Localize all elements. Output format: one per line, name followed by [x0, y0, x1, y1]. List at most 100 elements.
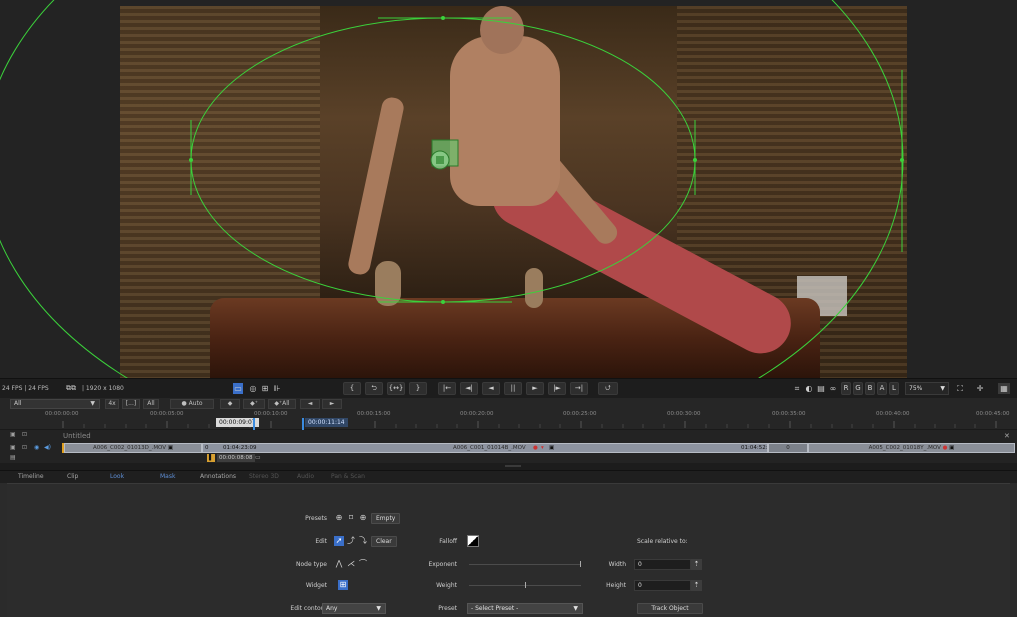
kf-add-button[interactable]: ◆ [220, 399, 240, 409]
visibility-icon[interactable]: ◉ [34, 444, 39, 451]
layout-icon[interactable]: ▦ [998, 383, 1010, 394]
mask-node-bottom[interactable] [441, 300, 445, 304]
kf-next-button[interactable]: ► [322, 399, 342, 409]
mask-node-outer-right[interactable] [900, 158, 904, 162]
viewer[interactable] [0, 0, 1017, 378]
channel-r-button[interactable]: R [841, 382, 851, 395]
height-spin-icon[interactable]: ⇡ [691, 580, 702, 591]
edit-contour-label: Edit contour [290, 605, 327, 612]
edit-contour-select[interactable]: Any ▼ [322, 603, 386, 614]
tab-audio[interactable]: Audio [297, 473, 314, 480]
tab-pan-scan[interactable]: Pan & Scan [331, 473, 365, 480]
fit-icon[interactable]: ⛶ [955, 383, 965, 394]
tab-stereo-3d[interactable]: Stereo 3D [249, 473, 279, 480]
mark-out-button[interactable]: } [409, 382, 427, 395]
crop-icon[interactable]: ⌗ [792, 383, 802, 394]
track-expand-icon[interactable]: ▤ [10, 454, 16, 461]
mark-in-button[interactable]: { [343, 382, 361, 395]
close-icon[interactable]: ✕ [1004, 432, 1010, 440]
track-filter-select[interactable]: All ▼ [10, 399, 100, 409]
mask-transform-widget-icon[interactable] [430, 139, 459, 170]
go-start-button[interactable]: |← [438, 382, 456, 395]
step-forward-button[interactable]: |► [548, 382, 566, 395]
node-smooth-icon[interactable]: ⋌ [346, 559, 356, 569]
lock-icon[interactable]: ⊡ [22, 444, 27, 451]
node-corner-icon[interactable]: ⋀ [334, 559, 344, 569]
waveform-icon[interactable]: ⊪ [271, 383, 283, 394]
tab-timeline[interactable]: Timeline [18, 473, 44, 480]
node-bezier-icon[interactable]: ⌒ [358, 559, 368, 569]
stereo-icon[interactable]: ∞ [828, 383, 838, 394]
kf-prev-button[interactable]: ◄ [300, 399, 320, 409]
mask-overlay[interactable] [0, 0, 1017, 378]
falloff-curve-icon[interactable] [467, 535, 479, 547]
view-mode-icon[interactable]: ▭ [233, 383, 243, 394]
kf-all-button[interactable]: All [143, 399, 159, 409]
clip-length-timecode: 00:00:08:08 [217, 454, 255, 462]
kf-add-all-button[interactable]: ◆⁺All [268, 399, 296, 409]
mask-node-right[interactable] [693, 158, 697, 162]
audio-icon[interactable]: ◀) [44, 444, 51, 451]
preset-circle-icon[interactable]: ⊕ [334, 513, 344, 523]
kf-range-button[interactable]: [...] [122, 399, 140, 409]
channel-a-button[interactable]: A [877, 382, 887, 395]
channel-l-button[interactable]: L [889, 382, 899, 395]
add-node-tool-icon[interactable]: ⤴ [346, 536, 356, 546]
tab-mask[interactable]: Mask [160, 473, 175, 480]
width-spin-icon[interactable]: ⇡ [691, 559, 702, 570]
weight-slider-handle[interactable] [525, 582, 526, 588]
height-field[interactable]: 0 [634, 580, 691, 591]
tab-clip[interactable]: Clip [67, 473, 78, 480]
timeline-clip[interactable]: A005_C002_01018Y_.MOV ● ▣ [808, 443, 1015, 453]
kf-multiplier-button[interactable]: 4x [105, 399, 119, 409]
playhead-marker[interactable] [253, 418, 255, 430]
step-back-button[interactable]: ◄| [460, 382, 478, 395]
mark-inout-button[interactable]: {↔} [387, 382, 405, 395]
channel-g-button[interactable]: G [853, 382, 863, 395]
mask-node-left[interactable] [189, 158, 193, 162]
mask-outer-ellipse[interactable] [0, 0, 904, 378]
film-icon[interactable]: ▣ [10, 444, 16, 451]
splitter-grip[interactable] [505, 465, 521, 467]
out-point-marker[interactable] [302, 418, 304, 430]
lock-icon[interactable]: ⊡ [22, 431, 27, 438]
preset-select[interactable]: - Select Preset - ▼ [467, 603, 583, 614]
kf-auto-button[interactable]: ● Auto [170, 399, 214, 409]
overlay-icon[interactable]: ◎ [248, 383, 258, 394]
panel-splitter[interactable] [0, 463, 1017, 470]
tab-annotations[interactable]: Annotations [200, 473, 236, 480]
timeline-tracks[interactable]: ▣ ⊡ Untitled ✕ ▣ ⊡ ◉ ◀) ▤ A006_C002_0101… [0, 430, 1017, 463]
select-tool-icon[interactable]: ➚ [334, 536, 344, 546]
pause-button[interactable]: || [504, 382, 522, 395]
empty-button[interactable]: Empty [371, 513, 401, 524]
timeline-clip-selected[interactable]: 0 01:04:23:09 A006_C001_01014B_.MOV ● ▾ … [202, 443, 768, 453]
delete-node-tool-icon[interactable]: ⤵ [358, 536, 368, 546]
play-button[interactable]: ► [526, 382, 544, 395]
clip-transition[interactable]: 0 [768, 443, 808, 453]
widget-toggle-icon[interactable]: ⊞ [338, 580, 348, 590]
split-icon[interactable]: ▤ [816, 383, 826, 394]
grid-icon[interactable]: ⊞ [260, 383, 270, 394]
timeline-clip[interactable]: A006_C002_01013D_.MOV ▣ [64, 443, 202, 453]
loop-toggle-button[interactable]: ⮍ [598, 382, 618, 395]
clip-length-icon: ▭ [255, 454, 261, 461]
film-icon[interactable]: ▣ [10, 431, 16, 438]
kf-add-plus-button[interactable]: ◆⁺ [243, 399, 265, 409]
go-end-button[interactable]: →| [570, 382, 588, 395]
edit-contour-value: Any [326, 605, 338, 612]
timeline-ruler[interactable]: 00:00:00:00 00:00:05:00 00:00:10:00 00:0… [0, 410, 1017, 430]
play-reverse-button[interactable]: ◄ [482, 382, 500, 395]
mask-node-top[interactable] [441, 16, 445, 20]
preset-rect-icon[interactable]: ⌑ [346, 513, 356, 523]
preset-shape-icon[interactable]: ⊕ [358, 513, 368, 523]
channel-b-button[interactable]: B [865, 382, 875, 395]
zoom-select[interactable]: 75% ▼ [905, 382, 949, 395]
ruler-tick: 00:00:45:00 [976, 411, 1010, 417]
tab-look[interactable]: Look [110, 473, 124, 480]
loop-range-button[interactable]: ⮌ [365, 382, 383, 395]
track-object-button[interactable]: Track Object [637, 603, 703, 614]
monitor-icon[interactable]: ⧉⧉ [62, 383, 80, 394]
width-field[interactable]: 0 [634, 559, 691, 570]
crosshair-icon[interactable]: ✛ [975, 383, 985, 394]
compare-icon[interactable]: ◐ [804, 383, 814, 394]
